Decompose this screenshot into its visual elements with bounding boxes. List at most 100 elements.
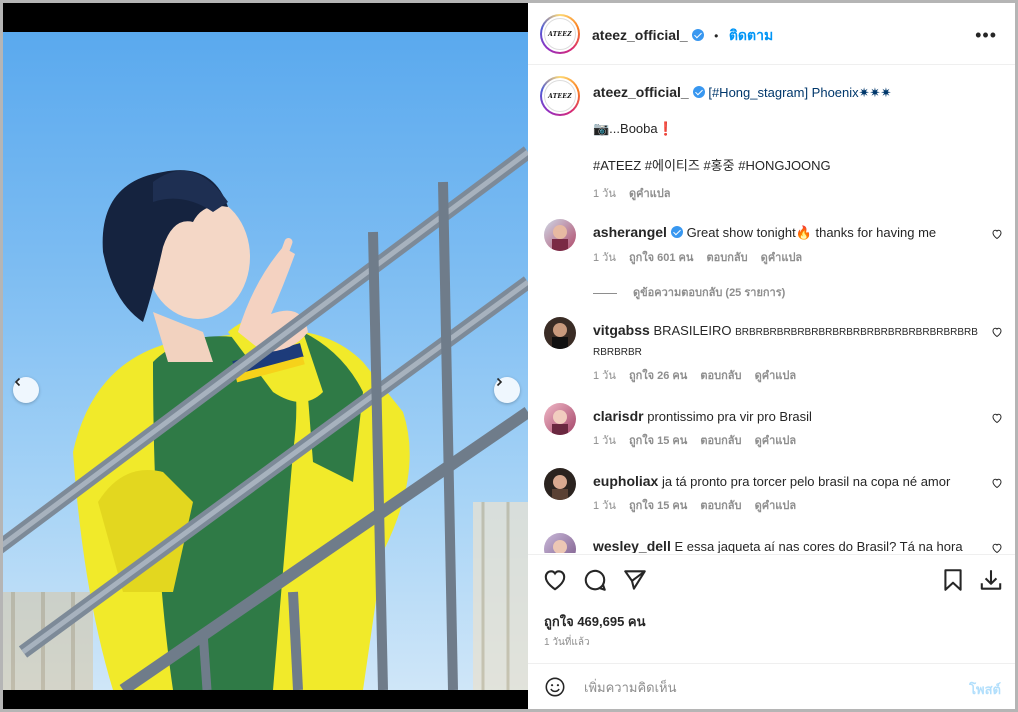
ateez-logo: ATEEZ: [544, 18, 576, 50]
like-comment-heart-icon[interactable]: [991, 477, 1003, 489]
like-comment-heart-icon[interactable]: [991, 412, 1003, 424]
caption-line2: 📷...Booba❗: [593, 121, 674, 136]
download-icon[interactable]: [978, 567, 1004, 593]
translate-link[interactable]: ดูคำแปล: [755, 435, 797, 447]
heart-icon[interactable]: [542, 567, 568, 593]
avatar-image: [552, 410, 568, 435]
commenter-avatar[interactable]: [544, 219, 576, 251]
commenter-avatar[interactable]: [544, 403, 576, 435]
chevron-left-icon: [14, 377, 21, 387]
comment-body: BRASILEIRO: [653, 323, 732, 338]
comment-username[interactable]: asherangel: [593, 224, 667, 240]
translate-link[interactable]: ดูคำแปล: [755, 500, 797, 512]
comment-time: 1 วัน: [593, 500, 616, 512]
bookmark-icon[interactable]: [940, 567, 966, 593]
verified-badge-icon: [670, 226, 683, 238]
commenter-avatar[interactable]: [544, 317, 576, 349]
caption-hashtags[interactable]: #ATEEZ #에이티즈 #홍중 #HONGJOONG: [593, 157, 973, 175]
comment-body: Great show tonight🔥 thanks for having me: [686, 225, 937, 240]
comment-meta: 1 วัน ถูกใจ 15 คน ตอบกลับ ดูคำแปล: [593, 496, 806, 514]
like-comment-heart-icon[interactable]: [991, 542, 1003, 553]
comment-icon[interactable]: [582, 567, 608, 593]
comment-meta: 1 วัน ถูกใจ 26 คน ตอบกลับ ดูคำแปล: [593, 366, 806, 384]
comment-time: 1 วัน: [593, 370, 616, 382]
separator-dot: •: [714, 29, 719, 43]
commenter-avatar[interactable]: [544, 533, 576, 553]
post-comment-button[interactable]: โพสต์: [969, 679, 1001, 700]
comment-body: prontissimo pra vir pro Brasil: [647, 409, 812, 424]
post-timestamp: 1 วันที่แล้ว: [544, 637, 590, 648]
caption-body: [#Hong_stagram] Phoenix✷✷✷: [708, 85, 892, 100]
more-options-button[interactable]: •••: [975, 25, 997, 46]
verified-badge-icon: [692, 86, 705, 98]
caption-text: ateez_official_ [#Hong_stagram] Phoenix✷…: [593, 83, 993, 102]
reply-button[interactable]: ตอบกลับ: [700, 370, 741, 382]
view-replies-button[interactable]: ดูข้อความตอบกลับ (25 รายการ): [593, 283, 785, 301]
comment-likes[interactable]: ถูกใจ 15 คน: [629, 500, 687, 512]
translate-link[interactable]: ดูคำแปล: [755, 370, 797, 382]
reply-button[interactable]: ตอบกลับ: [700, 500, 741, 512]
comment-item: eupholiax ja tá pronto pra torcer pelo b…: [528, 465, 1015, 515]
post-media: [3, 3, 528, 709]
author-username[interactable]: ateez_official_: [592, 27, 688, 43]
comment-text: eupholiax ja tá pronto pra torcer pelo b…: [593, 472, 985, 491]
post-actions: ถูกใจ 469,695 คน 1 วันที่แล้ว: [528, 554, 1015, 664]
post-photo[interactable]: [3, 32, 528, 690]
comment-username[interactable]: vitgabss: [593, 322, 650, 338]
follow-button[interactable]: ติดตาม: [729, 27, 773, 43]
comment-body: ja tá pronto pra torcer pelo brasil na c…: [661, 474, 951, 489]
comment-meta: 1 วัน ถูกใจ 15 คน ตอบกลับ ดูคำแปล: [593, 431, 806, 449]
comment-likes[interactable]: ถูกใจ 26 คน: [629, 370, 687, 382]
carousel-prev-button[interactable]: [13, 377, 39, 403]
comment-username[interactable]: clarisdr: [593, 408, 644, 424]
comments-list[interactable]: ATEEZ ateez_official_ [#Hong_stagram] Ph…: [528, 66, 1015, 553]
avatar-image: [552, 475, 568, 500]
comment-item: vitgabss BRASILEIRO BRBRBRBRBRBRBRBRBRBR…: [528, 314, 1015, 384]
comment-item: clarisdr prontissimo pra vir pro Brasil …: [528, 400, 1015, 450]
caption-author-avatar[interactable]: ATEEZ: [540, 76, 580, 116]
comment-item: asherangel Great show tonight🔥 thanks fo…: [528, 216, 1015, 299]
post-detail-panel: ATEEZ ateez_official_ • ติดตาม ••• ATEEZ…: [528, 3, 1015, 709]
comment-item: wesley_dell E essa jaqueta aí nas cores …: [528, 530, 1015, 553]
comment-meta: 1 วัน ถูกใจ 601 คน ตอบกลับ ดูคำแปล: [593, 248, 812, 266]
comment-likes[interactable]: ถูกใจ 601 คน: [629, 252, 693, 264]
reply-button[interactable]: ตอบกลับ: [706, 252, 747, 264]
verified-badge-icon: [691, 29, 704, 41]
ateez-logo: ATEEZ: [544, 80, 576, 112]
carousel-next-button[interactable]: [494, 377, 520, 403]
caption: ATEEZ ateez_official_ [#Hong_stagram] Ph…: [528, 76, 1015, 206]
emoji-icon[interactable]: [544, 676, 566, 698]
comment-input[interactable]: [584, 674, 954, 700]
avatar-image: [552, 225, 568, 251]
comment-time: 1 วัน: [593, 435, 616, 447]
comment-likes[interactable]: ถูกใจ 15 คน: [629, 435, 687, 447]
post-header: ATEEZ ateez_official_ • ติดตาม •••: [528, 3, 1015, 65]
likes-count[interactable]: ถูกใจ 469,695 คน: [544, 611, 646, 632]
comment-body: E essa jaqueta aí nas cores do Brasil? T…: [674, 539, 963, 553]
caption-translate-link[interactable]: ดูคำแปล: [629, 188, 671, 200]
comment-body-extra: BRBRBRBRBRBRBRBRBRBRBRBRBRBRBRBRBRBRBRBR…: [593, 327, 978, 358]
reply-button[interactable]: ตอบกลับ: [700, 435, 741, 447]
author-avatar[interactable]: ATEEZ: [540, 14, 580, 54]
comment-text: asherangel Great show tonight🔥 thanks fo…: [593, 223, 973, 242]
avatar-image: [552, 323, 568, 349]
send-icon[interactable]: [622, 567, 648, 593]
comment-username[interactable]: eupholiax: [593, 473, 658, 489]
like-comment-heart-icon[interactable]: [991, 228, 1003, 240]
caption-time: 1 วัน: [593, 188, 616, 200]
translate-link[interactable]: ดูคำแปล: [761, 252, 803, 264]
avatar-image: [553, 540, 567, 553]
caption-username[interactable]: ateez_official_: [593, 84, 689, 100]
chevron-right-icon: [496, 377, 503, 387]
comment-text: wesley_dell E essa jaqueta aí nas cores …: [593, 537, 973, 553]
like-comment-heart-icon[interactable]: [991, 326, 1003, 338]
comment-composer: โพสต์: [528, 663, 1015, 709]
comment-time: 1 วัน: [593, 252, 616, 264]
commenter-avatar[interactable]: [544, 468, 576, 500]
comment-text: clarisdr prontissimo pra vir pro Brasil: [593, 407, 973, 426]
caption-meta: 1 วัน ดูคำแปล: [593, 184, 680, 202]
comment-text: vitgabss BRASILEIRO BRBRBRBRBRBRBRBRBRBR…: [593, 321, 985, 362]
comment-username[interactable]: wesley_dell: [593, 538, 671, 553]
photo-illustration: [3, 146, 528, 690]
header-author: ateez_official_ • ติดตาม: [592, 25, 773, 47]
